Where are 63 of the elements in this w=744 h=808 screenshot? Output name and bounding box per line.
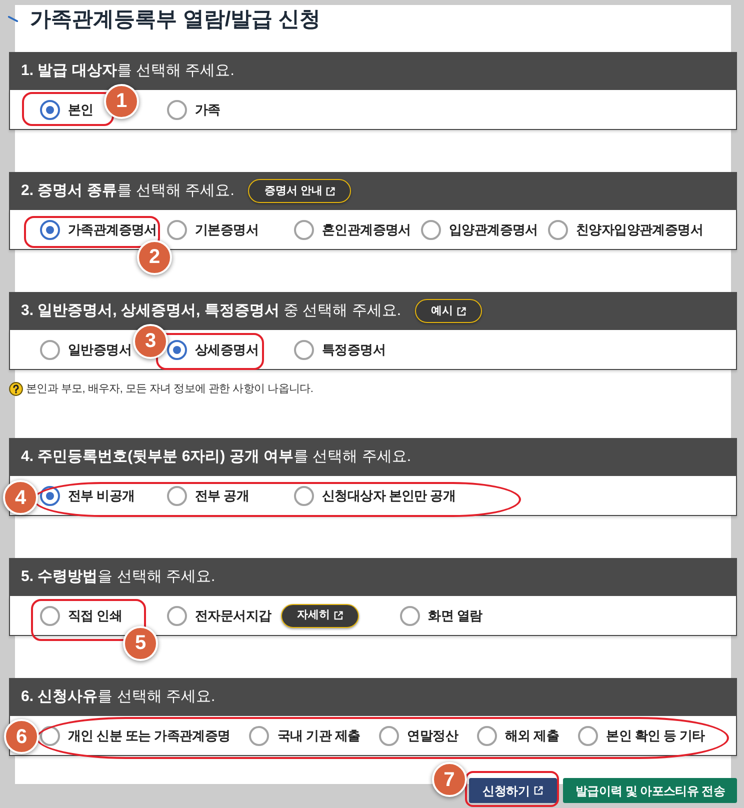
radio-button[interactable] [294,220,314,240]
step-number: 6 [4,719,39,754]
option-label[interactable]: 화면 열람 [428,606,482,626]
option-label[interactable]: 해외 제출 [504,726,560,746]
option-label[interactable]: 신청대상자 본인만 공개 [322,486,456,506]
radio-button[interactable] [294,340,314,360]
option-label[interactable]: 본인 [68,100,94,120]
option-label[interactable]: 기본증명서 [195,220,259,240]
option-label[interactable]: 전자문서지갑 [195,606,272,626]
option-label[interactable]: 개인 신분 또는 가족관계증명 [68,726,230,746]
step-number: 5 [123,626,158,660]
radio-button[interactable] [167,486,187,506]
radio-button[interactable] [548,220,568,240]
radio-button[interactable] [476,726,497,746]
radio-button[interactable] [40,100,60,120]
radio-button[interactable] [249,726,270,746]
step-number: 3 [133,324,168,358]
section-title: 5. 수령방법을 선택해 주세요. [21,566,216,587]
option-label[interactable]: 국내 기관 제출 [277,726,360,746]
section-title: 6. 신청사유를 선택해 주세요. [21,686,216,707]
radio-button[interactable] [167,340,187,360]
option-label[interactable]: 연말정산 [407,726,458,746]
radio-button[interactable] [167,220,187,240]
radio-button[interactable] [40,726,60,746]
option-label[interactable]: 전부 비공개 [68,486,135,506]
page-title: 가족관계등록부 열람/발급 신청 [30,7,321,33]
radio-button[interactable] [379,726,400,746]
section-title: 4. 주민등록번호(뒷부분 6자리) 공개 여부를 선택해 주세요. [21,446,412,467]
radio-button[interactable] [167,606,187,626]
section-title: 2. 증명서 종류를 선택해 주세요. [21,180,234,201]
option-label[interactable]: 상세증명서 [195,340,259,360]
radio-button[interactable] [40,606,60,626]
radio-button[interactable] [40,220,60,240]
option-label[interactable]: 특정증명서 [322,340,386,360]
radio-button[interactable] [294,486,314,506]
option-label[interactable]: 직접 인쇄 [68,606,122,626]
title-accent-icon [8,16,18,22]
info-button[interactable]: 자세히 [281,604,360,628]
option-label[interactable]: 일반증명서 [68,340,132,360]
apply-button[interactable]: 신청하기 [468,778,558,803]
option-label[interactable]: 전부 공개 [195,486,250,506]
section-title: 3. 일반증명서, 상세증명서, 특정증명서 중 선택해 주세요. [21,300,402,321]
step-number: 7 [432,762,467,797]
radio-button[interactable] [421,220,441,240]
radio-button[interactable] [40,340,60,360]
step-number: 4 [3,480,38,515]
info-button[interactable]: 예시 [415,299,482,323]
option-label[interactable]: 가족관계증명서 [68,220,157,240]
radio-button[interactable] [40,486,60,506]
info-button[interactable]: 증명서 안내 [248,179,352,203]
option-label[interactable]: 친양자입양관계증명서 [576,220,704,240]
option-label[interactable]: 가족 [195,100,220,120]
note-text: 본인과 부모, 배우자, 모든 자녀 정보에 관한 사항이 나옵니다. [26,382,314,397]
option-label[interactable]: 본인 확인 등 기타 [606,726,705,746]
history-send-button[interactable]: 발급이력 및 아포스티유 전송 [563,778,737,803]
section-title: 1. 발급 대상자를 선택해 주세요. [21,60,234,81]
option-label[interactable]: 혼인관계증명서 [322,220,411,240]
help-icon [9,382,23,396]
radio-button[interactable] [400,606,420,626]
radio-button[interactable] [578,726,598,746]
radio-button[interactable] [167,100,187,120]
option-label[interactable]: 입양관계증명서 [449,220,538,240]
step-number: 2 [137,240,172,274]
